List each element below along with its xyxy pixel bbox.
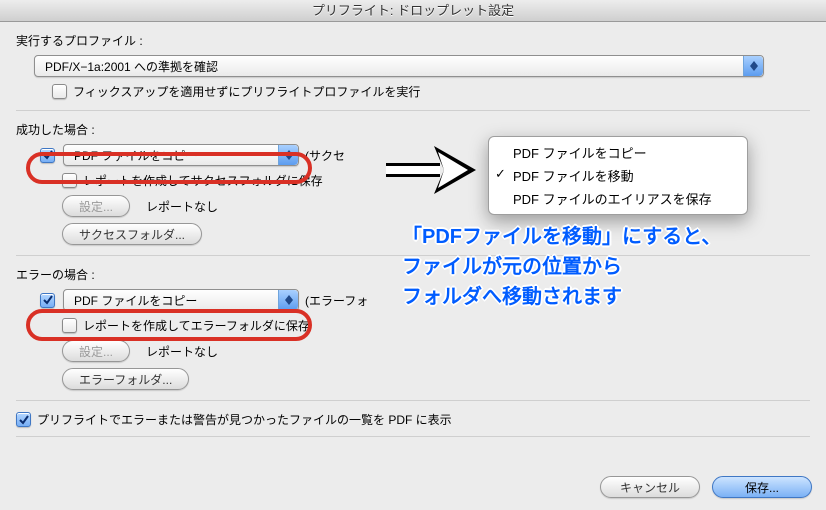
error-action-select[interactable]: PDF ファイルをコピー	[63, 289, 299, 311]
dropdown-arrows-icon	[278, 145, 298, 165]
dropdown-arrows-icon	[743, 56, 763, 76]
annotation-line: ファイルが元の位置から	[402, 252, 721, 282]
profile-label: 実行するプロファイル :	[16, 32, 810, 49]
error-enable-checkbox[interactable]	[40, 293, 55, 308]
success-report-checkbox[interactable]	[62, 173, 77, 188]
window-titlebar: プリフライト: ドロップレット設定	[0, 0, 826, 22]
profile-select-value: PDF/X−1a:2001 への準拠を確認	[45, 58, 218, 75]
action-popup-menu[interactable]: PDF ファイルをコピー ✓ PDF ファイルを移動 PDF ファイルのエイリア…	[488, 136, 748, 215]
menu-item-alias[interactable]: PDF ファイルのエイリアスを保存	[489, 187, 747, 210]
annotation-line: フォルダへ移動されます	[402, 282, 721, 312]
fixup-label: フィックスアップを適用せずにプリフライトプロファイルを実行	[73, 83, 420, 100]
save-button[interactable]: 保存...	[712, 476, 812, 498]
error-settings-button[interactable]: 設定...	[62, 340, 130, 362]
summary-checkbox[interactable]	[16, 412, 31, 427]
success-suffix: (サクセ	[305, 147, 345, 164]
separator	[16, 400, 810, 401]
fixup-checkbox[interactable]	[52, 84, 67, 99]
window-title: プリフライト: ドロップレット設定	[312, 3, 514, 18]
summary-label: プリフライトでエラーまたは警告が見つかったファイルの一覧を PDF に表示	[37, 411, 452, 428]
dropdown-arrows-icon	[278, 290, 298, 310]
success-report-label: レポートを作成してサクセスフォルダに保存	[83, 172, 323, 189]
error-action-value: PDF ファイルをコピー	[74, 292, 197, 309]
success-action-select[interactable]: PDF ファイルをコピー	[63, 144, 299, 166]
error-report-status: レポートなし	[146, 343, 218, 360]
checkmark-icon: ✓	[495, 166, 506, 182]
menu-item-label: PDF ファイルを移動	[513, 169, 634, 184]
error-report-checkbox[interactable]	[62, 318, 77, 333]
separator	[16, 110, 810, 111]
menu-item-copy[interactable]: PDF ファイルをコピー	[489, 141, 747, 164]
success-report-status: レポートなし	[146, 198, 218, 215]
success-folder-button[interactable]: サクセスフォルダ...	[62, 223, 202, 245]
error-report-label: レポートを作成してエラーフォルダに保存	[83, 317, 310, 334]
error-suffix: (エラーフォ	[305, 292, 368, 309]
success-settings-button[interactable]: 設定...	[62, 195, 130, 217]
separator	[16, 436, 810, 437]
error-folder-button[interactable]: エラーフォルダ...	[62, 368, 189, 390]
success-enable-checkbox[interactable]	[40, 148, 55, 163]
footer: キャンセル 保存...	[0, 468, 826, 508]
profile-select[interactable]: PDF/X−1a:2001 への準拠を確認	[34, 55, 764, 77]
menu-item-label: PDF ファイルをコピー	[513, 146, 647, 161]
success-action-value: PDF ファイルをコピー	[74, 147, 197, 164]
menu-item-label: PDF ファイルのエイリアスを保存	[513, 192, 712, 207]
annotation-line: 「PDFファイルを移動」にすると、	[402, 222, 721, 252]
menu-item-move[interactable]: ✓ PDF ファイルを移動	[489, 164, 747, 187]
cancel-button[interactable]: キャンセル	[600, 476, 700, 498]
annotation-text: 「PDFファイルを移動」にすると、 ファイルが元の位置から フォルダへ移動されま…	[402, 222, 721, 312]
